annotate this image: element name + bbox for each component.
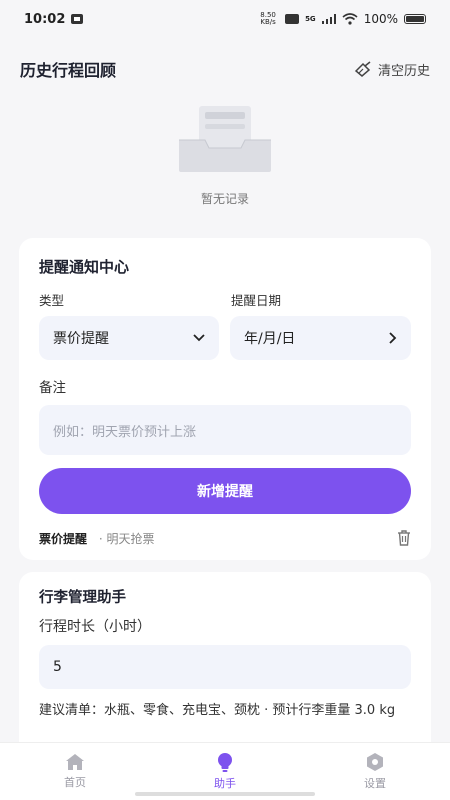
settings-icon: [367, 753, 383, 771]
battery-percent: 100%: [363, 12, 398, 26]
reminder-list-item: 票价提醒 · 明天抢票: [39, 528, 411, 548]
status-time: 10:02: [24, 11, 66, 27]
type-select-value: 票价提醒: [53, 331, 109, 347]
status-left: 10:02: [24, 11, 84, 27]
status-bar: 10:02 8.50 KB/s 5G 100%: [0, 0, 450, 38]
type-select[interactable]: 票价提醒: [39, 316, 219, 360]
empty-state: 暂无记录: [0, 104, 450, 207]
add-reminder-button[interactable]: 新增提醒: [39, 468, 411, 514]
battery-icon: [404, 14, 426, 24]
nav-item-home[interactable]: 首页: [25, 753, 125, 790]
reminder-item-note: · 明天抢票: [98, 531, 155, 546]
clear-history-button[interactable]: 清空历史: [354, 60, 430, 79]
date-input-value: 年/月/日: [244, 331, 296, 347]
duration-input-value: 5: [53, 659, 62, 675]
luggage-suggestion: 建议清单：水瓶、零食、充电宝、颈枕 · 预计行李重量 3.0 kg: [39, 703, 396, 718]
date-input[interactable]: 年/月/日: [230, 316, 411, 360]
clear-history-label: 清空历史: [377, 63, 430, 79]
notification-icon: [71, 14, 84, 24]
home-icon: [66, 754, 84, 770]
lightbulb-icon: [218, 753, 232, 772]
chevron-down-icon: [193, 334, 205, 342]
reminder-card-title: 提醒通知中心: [39, 258, 130, 276]
nav-item-assistant[interactable]: 助手: [175, 752, 275, 791]
broom-icon: [354, 61, 371, 77]
empty-tray-icon: [179, 106, 271, 172]
duration-input[interactable]: 5: [39, 645, 411, 689]
luggage-card-title: 行李管理助手: [39, 590, 126, 606]
note-input[interactable]: 例如：明天票价预计上涨: [39, 405, 411, 455]
hd-icon: [285, 14, 300, 24]
bottom-nav: 首页 助手 设置: [0, 742, 450, 800]
note-label: 备注: [39, 380, 66, 396]
nav-label-assistant: 助手: [214, 777, 236, 790]
chevron-right-icon: [389, 332, 397, 344]
network-speed: 8.50 KB/s: [260, 11, 276, 26]
date-label: 提醒日期: [231, 293, 282, 308]
note-input-placeholder: 例如：明天票价预计上涨: [53, 424, 197, 440]
wifi-icon: [342, 13, 358, 25]
page-header: 历史行程回顾 清空历史: [20, 52, 430, 86]
trash-icon[interactable]: [397, 530, 411, 546]
home-indicator[interactable]: [135, 792, 315, 796]
reminder-card: 提醒通知中心 类型 提醒日期 票价提醒 年/月/日 备注 例如：明天票价预计上涨…: [19, 238, 431, 560]
nav-label-settings: 设置: [364, 777, 386, 790]
type-label: 类型: [39, 293, 65, 308]
empty-state-text: 暂无记录: [200, 192, 249, 206]
reminder-item-type: 票价提醒: [39, 531, 88, 546]
duration-label: 行程时长（小时）: [39, 619, 151, 635]
signal-icon: [321, 14, 336, 24]
status-right: 8.50 KB/s 5G 100%: [257, 12, 426, 26]
nav-label-home: 首页: [64, 776, 86, 789]
page-title: 历史行程回顾: [20, 61, 117, 80]
nav-item-settings[interactable]: 设置: [325, 752, 425, 791]
network-type: 5G: [305, 15, 316, 23]
